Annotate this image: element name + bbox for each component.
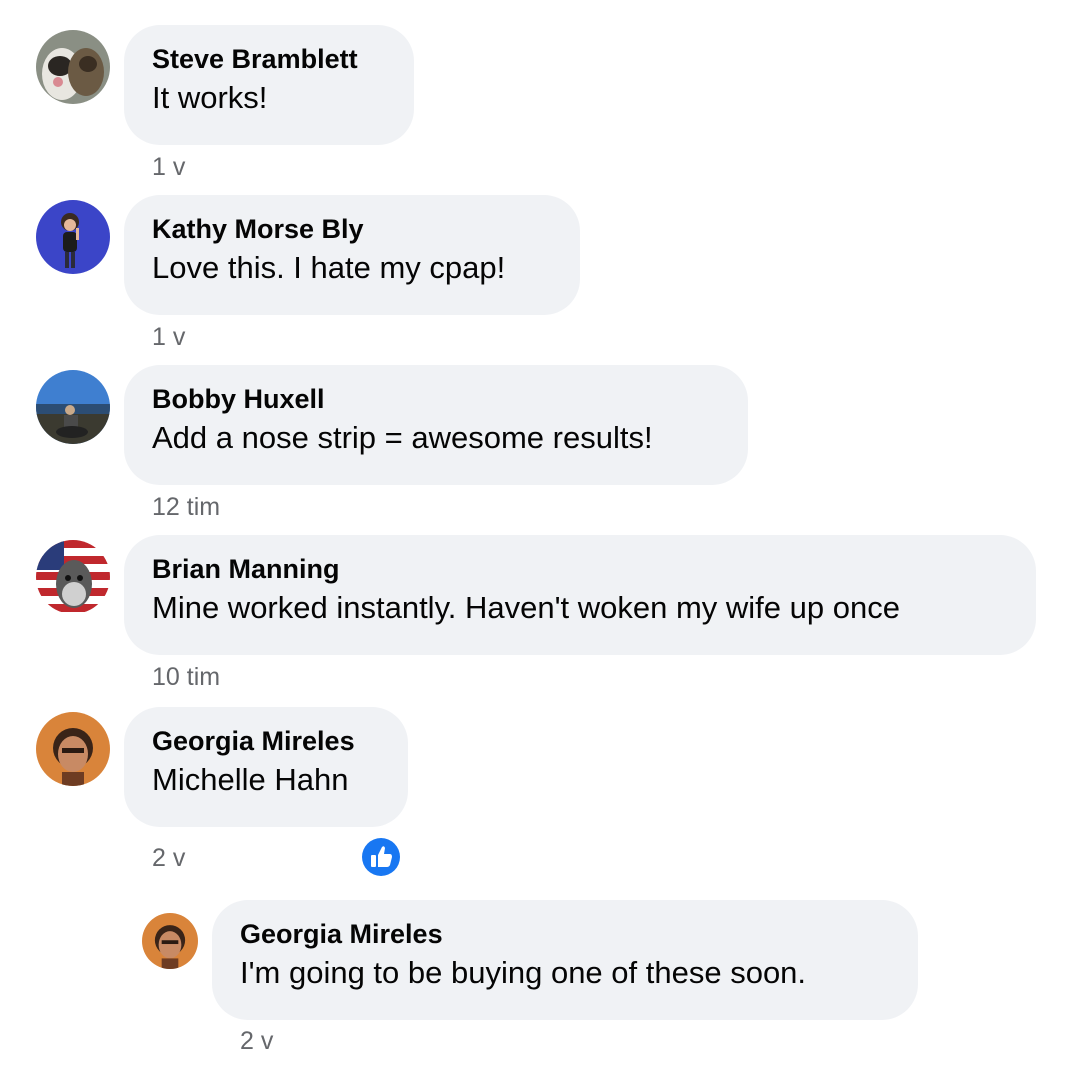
avatar[interactable] [36,30,110,104]
comment-timestamp[interactable]: 12 tim [152,492,220,522]
comment-author[interactable]: Kathy Morse Bly [152,213,552,245]
portrait-avatar-icon [36,712,110,786]
comment-bubble: Brian Manning Mine worked instantly. Hav… [124,535,1036,655]
comment-bubble: Georgia Mireles Michelle Hahn [124,707,408,827]
comment-timestamp[interactable]: 2 v [240,1026,273,1056]
comment-text: Mine worked instantly. Haven't woken my … [152,590,900,625]
avatar[interactable] [36,200,110,274]
comment-author[interactable]: Georgia Mireles [240,918,890,950]
landscape-avatar-icon [36,370,110,444]
avatar[interactable] [36,540,110,614]
comment-text: Add a nose strip = awesome results! [152,420,653,455]
like-icon [362,838,400,876]
comment-text: Love this. I hate my cpap! [152,250,506,285]
schnauzer-flag-avatar-icon [36,540,110,614]
comment-author[interactable]: Georgia Mireles [152,725,380,757]
comment-bubble: Kathy Morse Bly Love this. I hate my cpa… [124,195,580,315]
comment-timestamp[interactable]: 1 v [152,322,185,352]
comment-text: Michelle Hahn [152,762,349,797]
comment-timestamp[interactable]: 2 v [152,843,185,873]
comment-timestamp[interactable]: 1 v [152,152,185,182]
comment-author[interactable]: Steve Bramblett [152,43,386,75]
comment-bubble: Bobby Huxell Add a nose strip = awesome … [124,365,748,485]
avatar[interactable] [142,913,198,969]
bitmoji-avatar-icon [36,200,110,274]
reaction-badge[interactable] [360,836,402,878]
portrait-avatar-icon [142,913,198,969]
comment-author[interactable]: Brian Manning [152,553,1008,585]
comment-bubble: Steve Bramblett It works! [124,25,414,145]
reply-bubble: Georgia Mireles I'm going to be buying o… [212,900,918,1020]
comment-text: It works! [152,80,268,115]
avatar[interactable] [36,370,110,444]
avatar[interactable] [36,712,110,786]
comment-timestamp[interactable]: 10 tim [152,662,220,692]
comment-text: I'm going to be buying one of these soon… [240,955,807,990]
dogs-avatar-icon [36,30,110,104]
comment-author[interactable]: Bobby Huxell [152,383,720,415]
